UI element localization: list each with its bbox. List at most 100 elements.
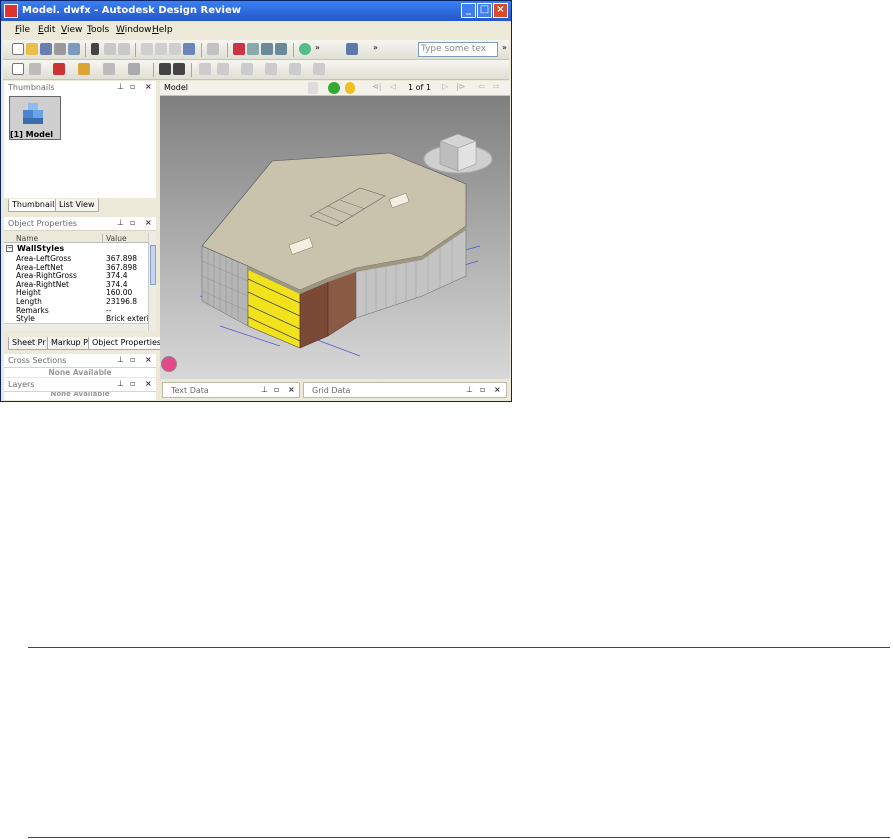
table-row[interactable]: Remarks --	[4, 306, 148, 315]
table-row[interactable]: Area-RightNet 374.4	[4, 280, 148, 289]
toolbar-separator	[85, 43, 86, 57]
horizontal-rule	[28, 837, 890, 838]
tab-sheet-properties[interactable]: Sheet Pr	[8, 337, 50, 350]
panel-close-icon[interactable]: ×	[494, 385, 501, 394]
menu-tools[interactable]: Tools	[87, 25, 109, 35]
table-row[interactable]: Height 160.00	[4, 288, 148, 297]
pin-icon[interactable]: ⊥	[261, 385, 268, 394]
float-icon[interactable]: ▫	[130, 379, 135, 388]
measure-icon[interactable]	[78, 63, 90, 75]
menu-window[interactable]: Window	[116, 25, 152, 35]
panel-close-icon[interactable]: ×	[145, 355, 152, 364]
menu-view[interactable]: View	[61, 25, 82, 35]
menu-file[interactable]: File	[15, 25, 30, 35]
fit-to-window-icon[interactable]	[275, 43, 287, 55]
last-page-icon[interactable]: |⊳	[456, 82, 465, 91]
fill-color-icon[interactable]	[289, 63, 301, 75]
float-icon[interactable]: ▫	[130, 218, 135, 227]
forward-view-icon[interactable]: ⇨	[493, 82, 500, 91]
vertical-scrollbar[interactable]	[148, 233, 156, 331]
next-page-icon[interactable]: ▷	[442, 82, 448, 91]
toolbar-overflow[interactable]: »	[373, 43, 378, 52]
save-icon[interactable]	[40, 43, 52, 55]
markup-manager-icon[interactable]	[159, 63, 171, 75]
model-view-icon[interactable]	[328, 82, 340, 94]
select-icon[interactable]	[91, 43, 99, 55]
redo-icon[interactable]	[118, 43, 130, 55]
properties-table: Name Value − WallStyles Area-LeftGross 36…	[4, 233, 156, 331]
property-group: WallStyles	[17, 244, 65, 253]
pen-icon[interactable]	[29, 63, 41, 75]
table-row[interactable]: Area-LeftGross 367.898	[4, 254, 148, 263]
clipboard-icon[interactable]	[183, 43, 195, 55]
table-row[interactable]: Area-RightGross 374.4	[4, 271, 148, 280]
table-row[interactable]: Area-LeftNet 367.898	[4, 263, 148, 272]
zoom-icon[interactable]	[261, 43, 273, 55]
search-input[interactable]: Type some tex	[418, 42, 498, 57]
markup-properties-icon[interactable]	[173, 63, 185, 75]
callout-icon[interactable]	[53, 63, 65, 75]
paste-icon[interactable]	[169, 43, 181, 55]
tab-list-view[interactable]: List View	[55, 199, 99, 212]
collapse-group-icon[interactable]: −	[6, 245, 13, 252]
copy-icon[interactable]	[155, 43, 167, 55]
panel-close-icon[interactable]: ×	[145, 82, 152, 91]
table-row[interactable]: Length 23196.8	[4, 297, 148, 306]
pin-icon[interactable]: ⊥	[117, 218, 124, 227]
maximize-button[interactable]: □	[477, 3, 492, 18]
object-properties-title: Object Properties	[8, 219, 78, 228]
undo-icon[interactable]	[104, 43, 116, 55]
building-model	[199, 133, 493, 357]
horizontal-scrollbar[interactable]	[4, 323, 148, 331]
toolbar-overflow[interactable]: »	[502, 43, 507, 52]
pin-icon[interactable]: ⊥	[117, 355, 124, 364]
panel-close-icon[interactable]: ×	[145, 379, 152, 388]
line-color-icon[interactable]	[265, 63, 277, 75]
stamp-icon[interactable]	[103, 63, 115, 75]
close-button[interactable]: ×	[493, 3, 508, 18]
scrollbar-thumb[interactable]	[150, 245, 156, 285]
table-row[interactable]: Style Brick exterior	[4, 314, 156, 323]
first-page-icon[interactable]: ⊲|	[372, 82, 381, 91]
toolbar-separator	[201, 43, 202, 57]
lock-icon[interactable]	[308, 82, 318, 94]
zoom-rectangle-icon[interactable]	[247, 43, 259, 55]
float-icon[interactable]: ▫	[274, 385, 279, 394]
previous-page-icon[interactable]: ◁	[390, 82, 396, 91]
float-icon[interactable]: ▫	[130, 82, 135, 91]
float-icon[interactable]: ▫	[130, 355, 135, 364]
window-title: Model. dwfx - Autodesk Design Review	[22, 5, 241, 16]
back-arrow-icon[interactable]	[207, 43, 219, 55]
text-icon[interactable]	[12, 63, 24, 75]
bold-icon[interactable]	[199, 63, 211, 75]
view-icon[interactable]	[346, 43, 358, 55]
print-icon[interactable]	[54, 43, 66, 55]
pan-icon[interactable]	[233, 43, 245, 55]
font-size-icon[interactable]	[217, 63, 229, 75]
font-color-icon[interactable]	[241, 63, 253, 75]
orbit-icon[interactable]	[299, 43, 311, 55]
menu-help[interactable]: Help	[152, 25, 173, 35]
lightbulb-icon[interactable]	[345, 82, 355, 94]
pin-icon[interactable]: ⊥	[466, 385, 473, 394]
title-bar[interactable]: Model. dwfx - Autodesk Design Review _ □…	[1, 1, 511, 21]
new-icon[interactable]	[12, 43, 24, 55]
shape-icon[interactable]	[128, 63, 140, 75]
float-icon[interactable]: ▫	[480, 385, 485, 394]
navigation-wheel-icon[interactable]	[161, 356, 177, 372]
panel-close-icon[interactable]: ×	[145, 218, 152, 227]
pin-icon[interactable]: ⊥	[117, 379, 124, 388]
menu-edit[interactable]: Edit	[38, 25, 55, 35]
pin-icon[interactable]: ⊥	[117, 82, 124, 91]
panel-close-icon[interactable]: ×	[288, 385, 295, 394]
print-preview-icon[interactable]	[68, 43, 80, 55]
thumbnail-label: [1] Model	[10, 130, 54, 139]
open-icon[interactable]	[26, 43, 38, 55]
model-viewport[interactable]	[160, 96, 510, 379]
tab-object-properties[interactable]: Object Properties	[88, 337, 166, 350]
cut-icon[interactable]	[141, 43, 153, 55]
line-weight-icon[interactable]	[313, 63, 325, 75]
back-view-icon[interactable]: ⇦	[478, 82, 485, 91]
toolbar-overflow[interactable]: »	[315, 43, 320, 52]
minimize-button[interactable]: _	[461, 3, 476, 18]
